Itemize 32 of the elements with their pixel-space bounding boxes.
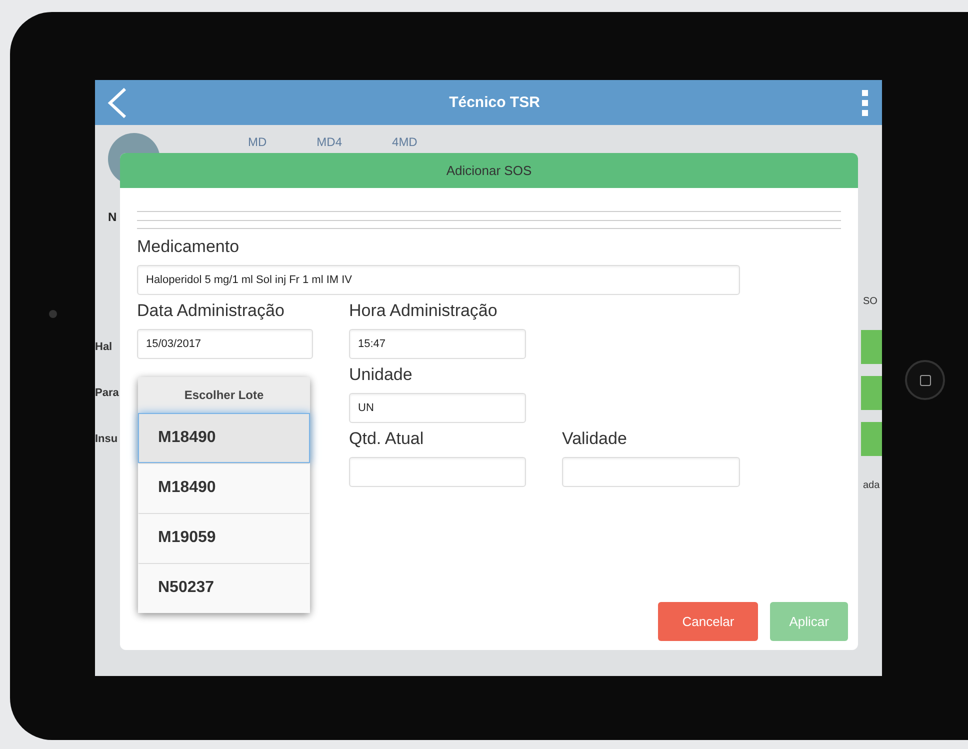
row-label: Para xyxy=(95,387,120,399)
input-field[interactable]: 15/03/2017 xyxy=(137,329,313,359)
input-field[interactable]: 15:47 xyxy=(349,329,526,359)
lot-option[interactable]: M18490 xyxy=(138,413,310,463)
lot-option[interactable]: N50237 xyxy=(138,563,310,613)
field-label: Qtd. Atual xyxy=(349,429,425,449)
dialog-title: Adicionar SOS xyxy=(446,163,532,178)
action-tab[interactable] xyxy=(861,422,882,456)
field-label: Validade xyxy=(562,429,628,449)
side-text: SO xyxy=(862,296,878,306)
input-field[interactable] xyxy=(349,457,526,487)
lot-option[interactable]: M18490 xyxy=(138,463,310,513)
profile-name: N xyxy=(108,210,118,224)
camera-icon xyxy=(48,310,56,318)
input-field[interactable]: UN xyxy=(349,393,526,423)
input-field[interactable]: Haloperidol 5 mg/1 ml Sol inj Fr 1 ml IM IV xyxy=(137,265,740,295)
field-label: Data Administração xyxy=(137,301,286,321)
app-title: Técnico TSR xyxy=(449,94,540,111)
home-button[interactable] xyxy=(905,360,945,400)
row-label: Insu xyxy=(95,433,119,445)
action-tab[interactable] xyxy=(861,376,882,410)
picker-title: Escolher Lote xyxy=(138,377,310,413)
row-label: Hal xyxy=(95,341,114,353)
field-label: Medicamento xyxy=(137,237,240,257)
menu-icon[interactable] xyxy=(862,90,868,116)
field-label: Hora Administração xyxy=(349,301,498,321)
lot-option[interactable]: M19059 xyxy=(138,513,310,563)
action-tab[interactable] xyxy=(861,330,882,364)
field-label: Unidade xyxy=(349,365,414,385)
back-icon[interactable] xyxy=(107,86,127,118)
side-text: ada xyxy=(862,480,881,490)
input-field[interactable] xyxy=(562,457,740,487)
